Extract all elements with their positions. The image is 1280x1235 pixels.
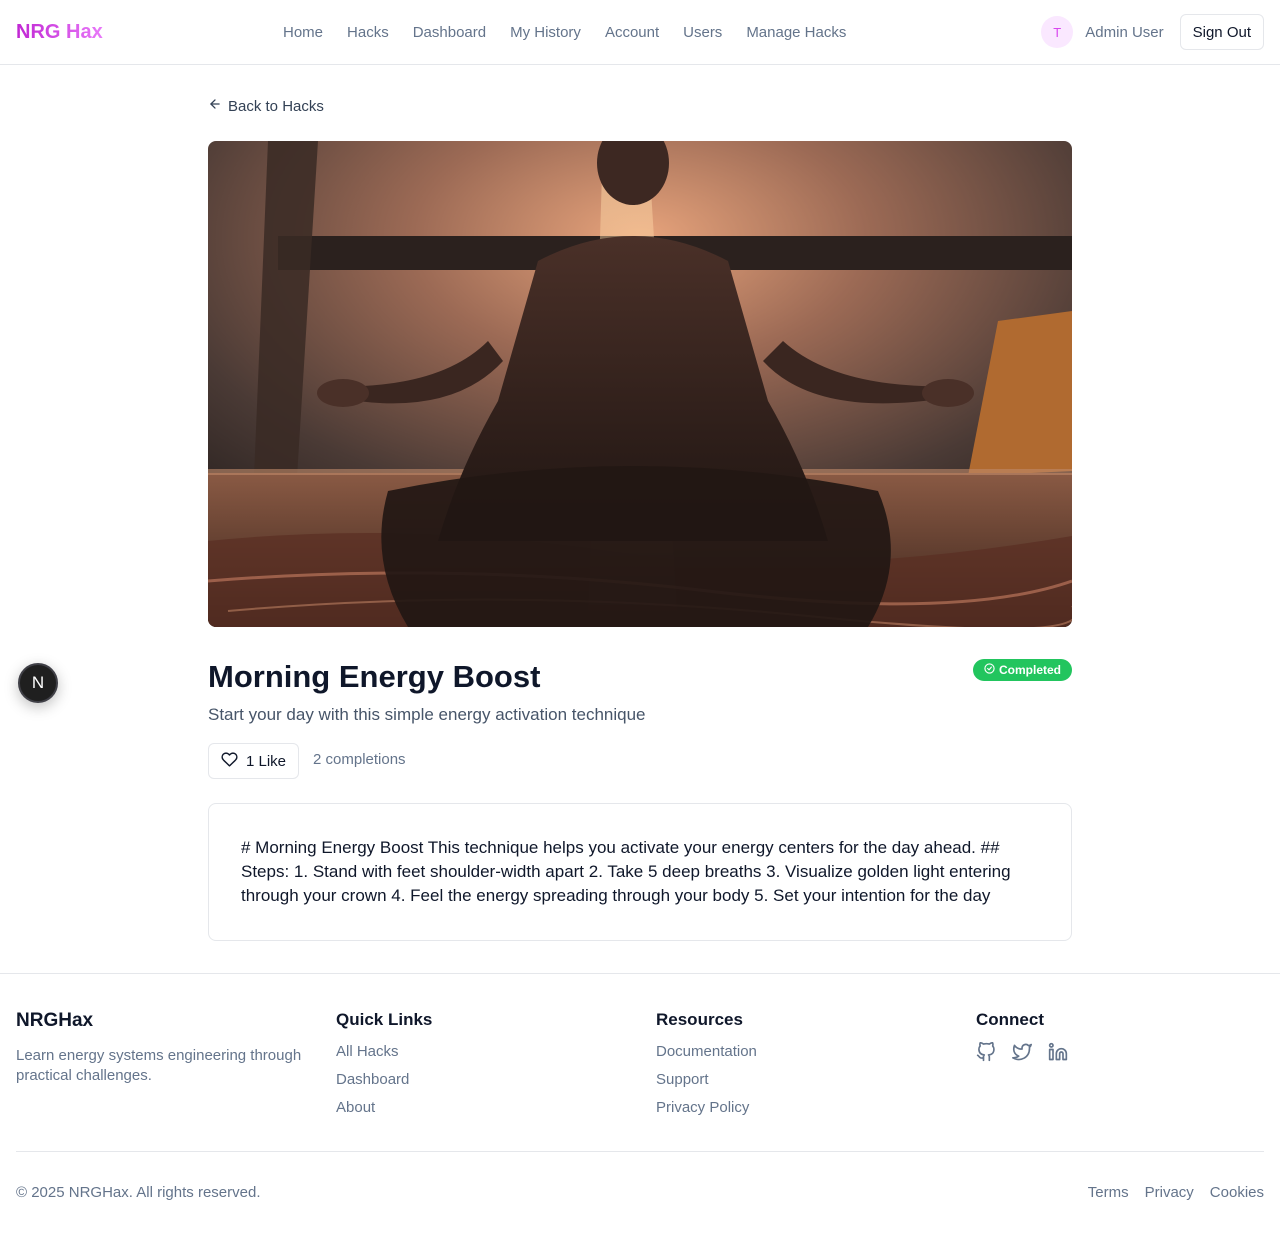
footer-brand-column: NRGHax Learn energy systems engineering … [16, 1010, 316, 1086]
arrow-left-icon [208, 97, 222, 115]
nav-my-history[interactable]: My History [510, 24, 581, 41]
nav-home[interactable]: Home [283, 24, 323, 41]
n-logo-icon: N [31, 673, 45, 692]
nav-account[interactable]: Account [605, 24, 659, 41]
footer-link-all-hacks[interactable]: All Hacks [336, 1042, 432, 1070]
nav-dashboard[interactable]: Dashboard [413, 24, 486, 41]
footer-link-privacy-policy[interactable]: Privacy Policy [656, 1098, 757, 1126]
avatar[interactable]: T [1041, 16, 1074, 48]
site-logo[interactable]: NRG Hax [16, 21, 103, 44]
nav-manage-hacks[interactable]: Manage Hacks [746, 24, 846, 41]
footer-heading-quick-links: Quick Links [336, 1010, 433, 1029]
user-area: T Admin User Sign Out [1041, 14, 1264, 50]
github-icon[interactable] [976, 1042, 996, 1062]
footer-heading-connect: Connect [976, 1010, 1044, 1029]
hero-image [208, 141, 1072, 627]
footer-link-privacy[interactable]: Privacy [1145, 1184, 1194, 1201]
page-subtitle: Start your day with this simple energy a… [208, 705, 646, 724]
completion-count: 2 completions [313, 751, 406, 768]
footer-copyright: © 2025 NRGHax. All rights reserved. [16, 1184, 261, 1201]
linkedin-icon[interactable] [1048, 1042, 1068, 1062]
site-header: NRG Hax Home Hacks Dashboard My History … [0, 0, 1280, 65]
footer-link-about[interactable]: About [336, 1098, 432, 1126]
footer-link-terms[interactable]: Terms [1088, 1184, 1129, 1201]
footer-divider [16, 1151, 1264, 1152]
page-title: Morning Energy Boost [208, 659, 541, 694]
n-floating-button[interactable]: N [18, 663, 58, 703]
footer-description: Learn energy systems engineering through… [16, 1047, 302, 1084]
back-to-hacks-link[interactable]: Back to Hacks [208, 97, 324, 115]
hack-content: # Morning Energy Boost This technique he… [208, 803, 1072, 941]
nav-hacks[interactable]: Hacks [347, 24, 389, 41]
footer-legal-links: Terms Privacy Cookies [1088, 1184, 1264, 1201]
footer-link-dashboard[interactable]: Dashboard [336, 1070, 432, 1098]
back-link-label: Back to Hacks [228, 97, 324, 115]
footer-link-cookies[interactable]: Cookies [1210, 1184, 1264, 1201]
footer-heading-resources: Resources [656, 1010, 743, 1029]
status-badge: Completed [972, 659, 1072, 681]
heart-icon [221, 751, 238, 772]
footer-quick-links: Quick Links All Hacks Dashboard About [336, 1010, 432, 1126]
footer-link-documentation[interactable]: Documentation [656, 1042, 757, 1070]
hack-content-text: # Morning Energy Boost This technique he… [241, 838, 1011, 905]
main-nav: Home Hacks Dashboard My History Account … [283, 0, 846, 64]
status-badge-label: Completed [998, 663, 1061, 677]
footer-resources: Resources Documentation Support Privacy … [656, 1010, 757, 1126]
user-name: Admin User [1085, 23, 1164, 41]
footer-brand: NRGHax [16, 1010, 94, 1031]
site-footer: NRGHax Learn energy systems engineering … [0, 973, 1280, 1235]
footer-connect: Connect [976, 1010, 1068, 1062]
twitter-icon[interactable] [1012, 1042, 1032, 1062]
like-count: 1 Like [246, 752, 287, 770]
check-circle-icon [984, 663, 995, 677]
like-button[interactable]: 1 Like [208, 743, 300, 779]
footer-link-support[interactable]: Support [656, 1070, 757, 1098]
sign-out-button[interactable]: Sign Out [1179, 14, 1264, 50]
nav-users[interactable]: Users [683, 24, 722, 41]
